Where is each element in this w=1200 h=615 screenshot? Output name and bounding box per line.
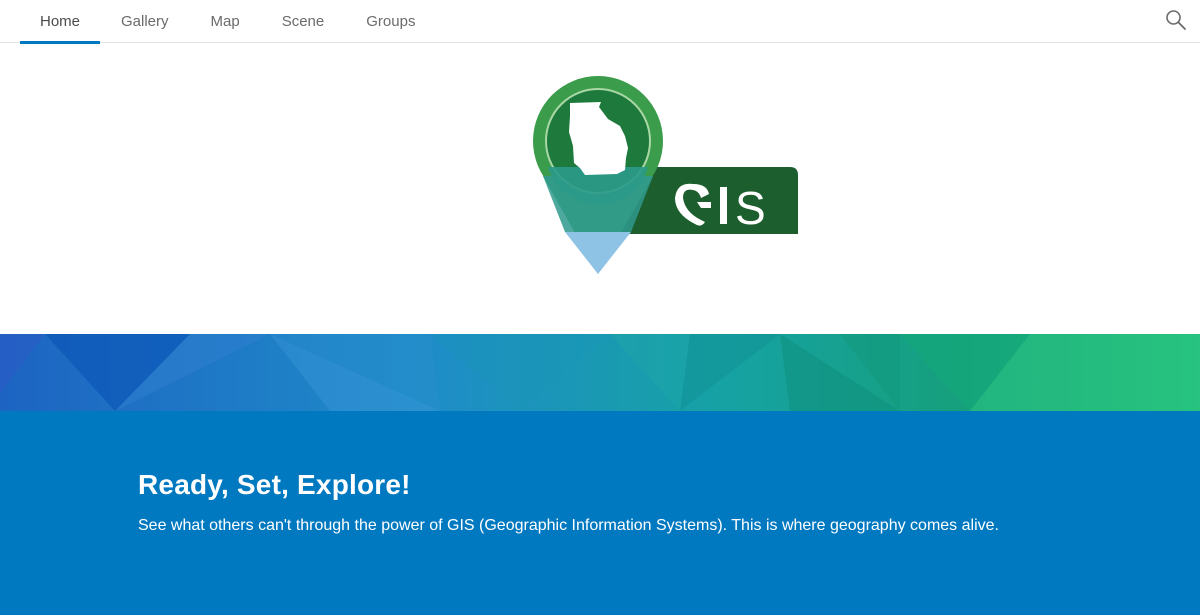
tab-home[interactable]: Home bbox=[20, 0, 100, 44]
tab-scene-label: Scene bbox=[281, 13, 325, 30]
tab-groups[interactable]: Groups bbox=[345, 0, 436, 43]
search-button[interactable] bbox=[1164, 8, 1188, 32]
hero-subtitle: See what others can't through the power … bbox=[138, 517, 999, 534]
tab-home-label: Home bbox=[39, 13, 80, 30]
top-nav: Home Gallery Map Scene Groups bbox=[0, 0, 1200, 44]
logo-area: S bbox=[0, 44, 1200, 334]
gis-logo-text: S bbox=[735, 182, 766, 234]
banner-graphic bbox=[0, 334, 1200, 411]
map-pin-georgia-icon: S bbox=[533, 76, 798, 274]
tab-gallery[interactable]: Gallery bbox=[100, 0, 190, 43]
tab-scene[interactable]: Scene bbox=[261, 0, 346, 43]
nav-tabs: Home Gallery Map Scene Groups bbox=[20, 0, 436, 44]
geometric-banner bbox=[0, 334, 1200, 411]
tab-map[interactable]: Map bbox=[190, 0, 261, 43]
page: Home Gallery Map Scene Groups S Ready, S… bbox=[0, 0, 1200, 615]
hero-section: Ready, Set, Explore! See what others can… bbox=[0, 411, 1200, 615]
georgia-gis-logo: S bbox=[525, 74, 815, 289]
tab-map-label: Map bbox=[210, 13, 240, 30]
search-icon bbox=[1166, 10, 1186, 30]
hero-title: Ready, Set, Explore! bbox=[138, 469, 411, 500]
tab-groups-label: Groups bbox=[366, 13, 416, 30]
tab-gallery-label: Gallery bbox=[121, 13, 169, 30]
